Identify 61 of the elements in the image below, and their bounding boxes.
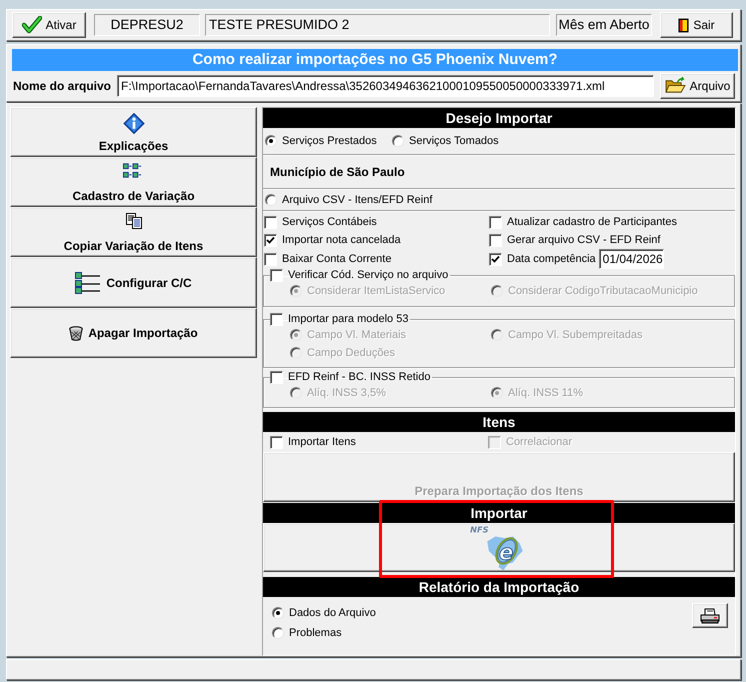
sidebar-button[interactable]: Explicações — [10, 107, 257, 157]
radio-button[interactable] — [265, 194, 277, 206]
display-field: DEPRESU2 — [94, 14, 200, 36]
door-icon — [678, 18, 690, 32]
sidebar-button[interactable]: Configurar C/C — [10, 257, 257, 308]
radio-label[interactable]: Problemas — [289, 627, 342, 639]
checkmark-icon — [22, 16, 42, 34]
title-banner: Como realizar importações no G5 Phoenix Nuvem? — [12, 49, 738, 71]
info-icon — [122, 113, 146, 134]
sidebar-button[interactable]: Apagar Importação — [10, 308, 257, 358]
file-path-field[interactable]: F:\Importacao\FernandaTavares\Andressa\35260349463621000109550050000333971.xml — [117, 74, 654, 96]
checkbox[interactable] — [489, 252, 502, 266]
checkbox-label[interactable]: Gerar arquivo CSV - EFD Reinf — [507, 234, 660, 246]
section-header: Itens — [263, 412, 735, 432]
field-label: Nome do arquivo — [12, 78, 112, 92]
print-button[interactable] — [692, 603, 728, 628]
documents-icon — [126, 213, 142, 229]
checkbox-label[interactable]: Importar nota cancelada — [282, 234, 401, 246]
radio-label[interactable]: Dados do Arquivo — [289, 607, 376, 619]
activate-button[interactable]: Ativar — [12, 12, 86, 38]
section-header: Importar — [263, 503, 735, 523]
checkbox[interactable] — [489, 234, 502, 246]
display-field: TESTE PRESUMIDO 2 — [205, 14, 550, 36]
radio-label[interactable]: Serviços Prestados — [282, 135, 377, 147]
checkbox-label[interactable]: EFD Reinf - BC. INSS Retido — [288, 371, 430, 383]
radio-label[interactable]: Serviços Tomados — [409, 135, 499, 147]
radio-button[interactable] — [265, 135, 277, 147]
folder-icon — [664, 77, 686, 94]
checkbox[interactable] — [270, 436, 283, 448]
checkbox[interactable] — [264, 216, 277, 228]
section-header: Desejo Importar — [263, 108, 735, 128]
checkbox-label[interactable]: Baixar Conta Corrente — [282, 253, 392, 265]
radio-button[interactable] — [392, 135, 404, 147]
sidebar-button[interactable]: Copiar Variação de Itens — [10, 207, 257, 257]
checkbox[interactable] — [264, 252, 277, 266]
date-field[interactable]: 01/04/2026 — [598, 249, 664, 269]
checkbox-label[interactable]: Atualizar cadastro de Participantes — [507, 216, 677, 228]
checkbox-label[interactable]: Serviços Contábeis — [282, 216, 377, 228]
trash-icon — [69, 326, 84, 340]
checkbox[interactable] — [489, 216, 502, 228]
checkbox-label[interactable]: Importar para modelo 53 — [288, 313, 408, 325]
section-header: Relatório da Importação — [263, 577, 735, 597]
browse-button[interactable]: Arquivo — [660, 72, 735, 98]
nfse-logo: NFS e — [468, 524, 530, 572]
municipality-label: Município de São Paulo — [269, 164, 406, 181]
checkbox-label[interactable]: Importar Itens — [288, 436, 356, 448]
checkbox-label[interactable]: Verificar Cód. Serviço no arquivo — [288, 269, 448, 281]
radio-button[interactable] — [272, 627, 284, 639]
checkbox[interactable] — [270, 312, 283, 326]
grid-squares-icon — [123, 163, 144, 178]
checkbox[interactable] — [270, 268, 283, 282]
radio-button[interactable] — [272, 607, 284, 619]
sidebar-button[interactable]: Cadastro de Variação — [10, 157, 257, 207]
printer-icon — [700, 608, 720, 624]
exit-button[interactable]: Sair — [660, 12, 733, 38]
checkbox[interactable] — [264, 234, 277, 246]
checkbox[interactable] — [270, 370, 283, 384]
radio-label[interactable]: Arquivo CSV - Itens/EFD Reinf — [282, 194, 432, 206]
display-field: Mês em Aberto — [556, 14, 652, 36]
list-icon — [75, 272, 102, 294]
checkbox-label[interactable]: Data competência — [507, 253, 596, 265]
